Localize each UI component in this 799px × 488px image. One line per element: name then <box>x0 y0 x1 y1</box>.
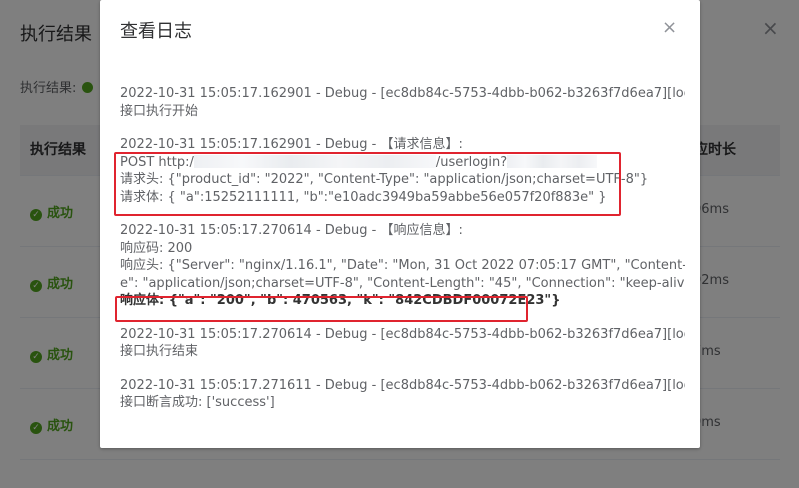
response-code-line: 响应码: 200 <box>120 240 193 256</box>
log-line: 2022-10-31 15:05:17.162901 - Debug - [ec… <box>120 86 685 101</box>
request-highlight-box <box>114 152 621 216</box>
log-line: 2022-10-31 15:05:17.271611 - Debug - [ec… <box>120 377 685 393</box>
log-entry: 2022-10-31 15:05:17.270614 - Debug - [ec… <box>120 326 685 361</box>
log-line: 2022-10-31 15:05:17.162901 - Debug - 【请求… <box>120 137 463 152</box>
log-dialog: 查看日志 × 2022-10-31 15:05:17.162901 - Debu… <box>100 0 700 448</box>
log-entry: 2022-10-31 15:05:17.271611 - Debug - [ec… <box>120 377 685 412</box>
log-line: 接口执行开始 <box>120 103 199 119</box>
dialog-title: 查看日志 <box>120 21 192 42</box>
response-headers-line-2: e": "application/json;charset=UTF-8", "C… <box>120 275 685 291</box>
response-headers-line: 响应头: {"Server": "nginx/1.16.1", "Date": … <box>120 258 685 273</box>
log-line: 2022-10-31 15:05:17.270614 - Debug - [ec… <box>120 326 685 342</box>
response-body-highlight-box <box>115 296 528 322</box>
log-line: 接口断言成功: ['success'] <box>120 395 275 410</box>
log-entry: 2022-10-31 15:05:17.162901 - Debug - [ec… <box>120 85 685 120</box>
dialog-close-icon[interactable]: × <box>662 16 677 40</box>
log-content: 2022-10-31 15:05:17.162901 - Debug - [ec… <box>120 85 685 428</box>
log-line: 接口执行结束 <box>120 344 199 359</box>
log-line: 2022-10-31 15:05:17.270614 - Debug - 【响应… <box>120 223 463 238</box>
